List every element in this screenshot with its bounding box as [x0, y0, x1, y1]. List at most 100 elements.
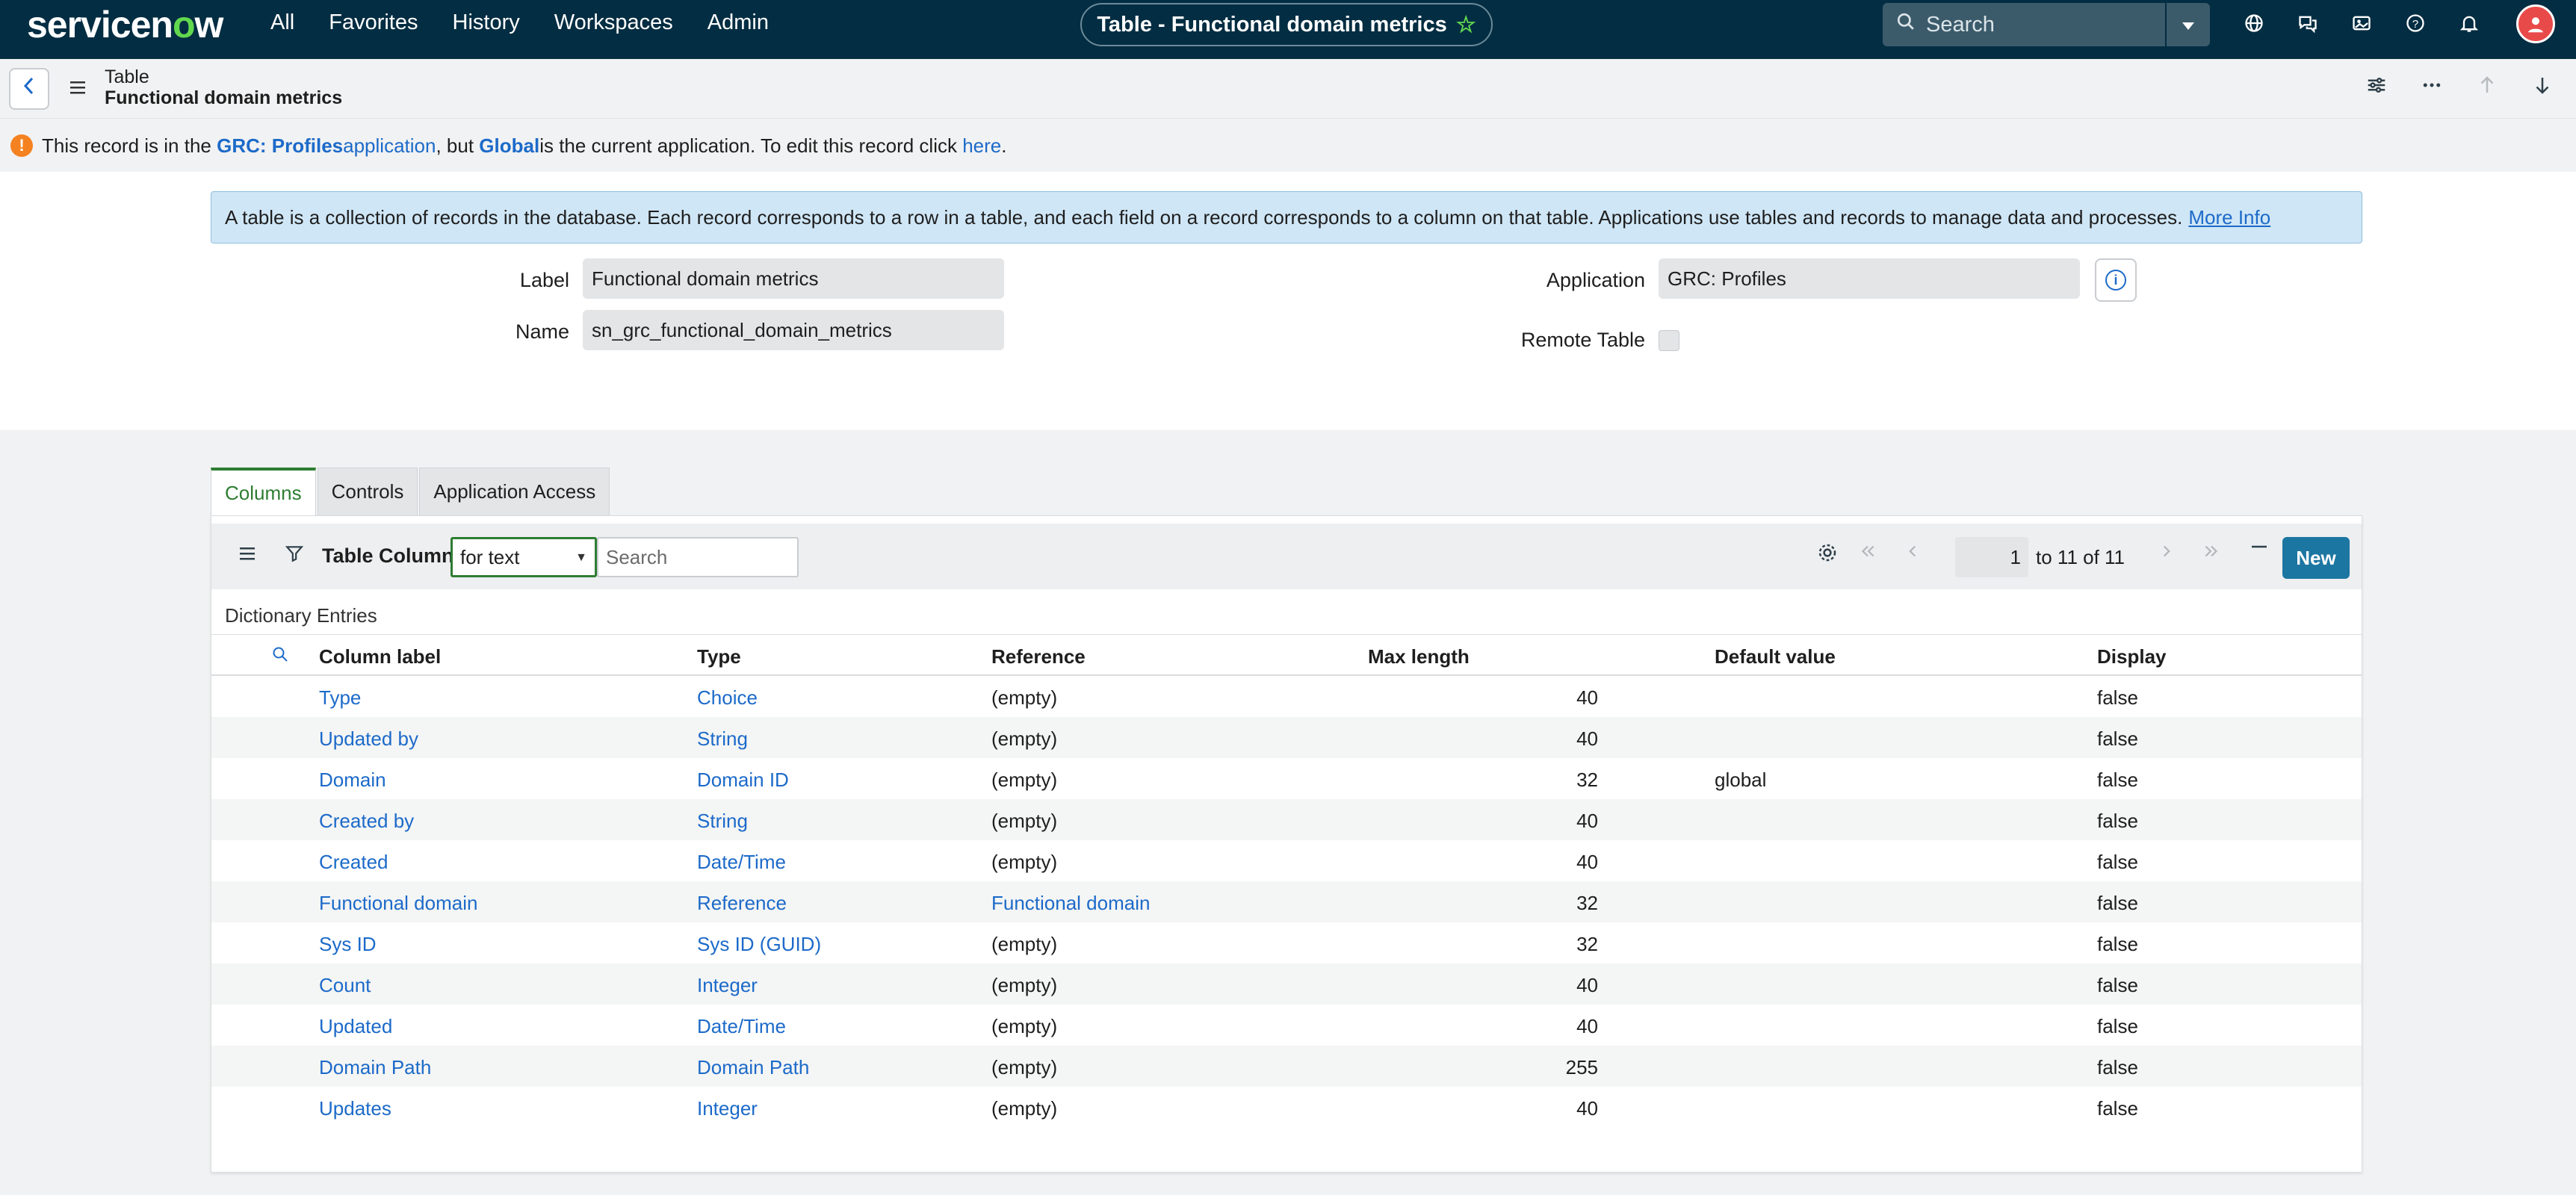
- help-icon[interactable]: ?: [2401, 9, 2430, 37]
- nav-menu-favorites[interactable]: Favorites: [329, 10, 418, 35]
- cell-type[interactable]: Domain Path: [697, 1056, 809, 1079]
- table-row[interactable]: Count Integer (empty) 40 false: [211, 963, 2362, 1005]
- tab-controls[interactable]: Controls: [317, 468, 418, 515]
- pagination-text: to 11 of 11: [2036, 546, 2125, 568]
- cell-column-label[interactable]: Domain Path: [319, 1056, 431, 1079]
- cell-column-label[interactable]: Type: [319, 686, 361, 710]
- star-icon[interactable]: ☆: [1456, 12, 1476, 38]
- column-header-label[interactable]: Column label: [319, 645, 441, 668]
- nav-menu-admin[interactable]: Admin: [708, 10, 769, 35]
- column-search-icon[interactable]: [271, 645, 289, 668]
- nav-menu-all[interactable]: All: [270, 10, 294, 35]
- remote-table-label: Remote Table: [1520, 329, 1645, 351]
- cell-type[interactable]: Date/Time: [697, 851, 786, 874]
- last-page-icon[interactable]: [2202, 541, 2221, 566]
- cell-max-length: 40: [1576, 974, 1598, 996]
- search-field-select[interactable]: for text ▼: [451, 537, 597, 577]
- table-row[interactable]: Type Choice (empty) 40 false: [211, 676, 2362, 717]
- cell-type[interactable]: Domain ID: [697, 769, 789, 792]
- next-page-icon[interactable]: [2157, 541, 2176, 566]
- search-icon: [1896, 12, 1916, 37]
- cell-column-label[interactable]: Created by: [319, 810, 414, 833]
- label-field[interactable]: Functional domain metrics: [583, 258, 1004, 299]
- notice-current-app[interactable]: Global: [479, 134, 539, 158]
- notice-here-link[interactable]: here: [962, 134, 1001, 158]
- new-button[interactable]: New: [2282, 537, 2350, 579]
- context-title-pill[interactable]: Table - Functional domain metrics ☆: [1080, 3, 1493, 46]
- name-field[interactable]: sn_grc_functional_domain_metrics: [583, 310, 1004, 350]
- table-row[interactable]: Updated by String (empty) 40 false: [211, 717, 2362, 758]
- cell-type[interactable]: Date/Time: [697, 1015, 786, 1038]
- chat-icon[interactable]: [2294, 9, 2322, 37]
- servicenow-logo[interactable]: servicenow: [27, 3, 223, 46]
- remote-table-checkbox[interactable]: [1659, 330, 1679, 351]
- application-field[interactable]: GRC: Profiles: [1659, 258, 2080, 299]
- cell-reference: (empty): [991, 769, 1058, 791]
- cell-type[interactable]: Reference: [697, 892, 787, 915]
- collapse-icon[interactable]: [2248, 536, 2270, 564]
- cell-column-label[interactable]: Updated: [319, 1015, 392, 1038]
- cell-column-label[interactable]: Domain: [319, 769, 386, 792]
- cell-column-label[interactable]: Count: [319, 974, 371, 997]
- first-page-icon[interactable]: [1858, 541, 1877, 566]
- arrow-down-icon[interactable]: [2531, 74, 2554, 102]
- arrow-up-icon[interactable]: [2476, 74, 2498, 102]
- notice-app-name-link[interactable]: GRC: Profiles: [217, 134, 343, 158]
- cell-type[interactable]: Sys ID (GUID): [697, 933, 821, 956]
- application-field-label: Application: [1546, 269, 1645, 291]
- cell-column-label[interactable]: Updated by: [319, 727, 418, 751]
- global-search-input[interactable]: Search: [1883, 3, 2165, 46]
- search-scope-dropdown[interactable]: [2167, 3, 2210, 46]
- user-avatar[interactable]: [2516, 4, 2555, 43]
- back-button[interactable]: [9, 68, 49, 110]
- cell-column-label[interactable]: Created: [319, 851, 388, 874]
- cell-column-label[interactable]: Functional domain: [319, 892, 477, 915]
- cell-display: false: [2097, 1097, 2138, 1120]
- notice-app-word[interactable]: application: [343, 134, 436, 158]
- tab-columns[interactable]: Columns: [211, 468, 316, 515]
- cell-type[interactable]: Choice: [697, 686, 758, 710]
- form-context-menu-icon[interactable]: [69, 77, 87, 101]
- application-info-button[interactable]: i: [2095, 258, 2137, 302]
- cell-type[interactable]: String: [697, 810, 748, 833]
- caret-down-icon: ▼: [575, 551, 587, 564]
- table-row[interactable]: Created by String (empty) 40 false: [211, 799, 2362, 840]
- cell-column-label[interactable]: Sys ID: [319, 933, 377, 956]
- nav-menu-history[interactable]: History: [453, 10, 520, 35]
- list-search-input[interactable]: Search: [597, 537, 799, 577]
- cell-type[interactable]: Integer: [697, 1097, 758, 1120]
- cell-reference: (empty): [991, 974, 1058, 996]
- column-header-reference[interactable]: Reference: [991, 645, 1086, 668]
- column-header-max-length[interactable]: Max length: [1368, 645, 1470, 668]
- cell-reference[interactable]: Functional domain: [991, 892, 1150, 915]
- cell-max-length: 40: [1576, 810, 1598, 832]
- column-header-display[interactable]: Display: [2097, 645, 2167, 668]
- cell-max-length: 32: [1576, 892, 1598, 914]
- table-row[interactable]: Updates Integer (empty) 40 false: [211, 1087, 2362, 1128]
- list-context-menu-icon[interactable]: [238, 543, 256, 567]
- previous-page-icon[interactable]: [1903, 541, 1922, 566]
- gear-icon[interactable]: [1816, 541, 1839, 570]
- cell-type[interactable]: String: [697, 727, 748, 751]
- tab-application-access[interactable]: Application Access: [419, 468, 610, 515]
- page-number-input[interactable]: 1: [1955, 537, 2028, 577]
- table-row[interactable]: Sys ID Sys ID (GUID) (empty) 32 false: [211, 922, 2362, 963]
- cell-display: false: [2097, 727, 2138, 750]
- column-header-default-value[interactable]: Default value: [1715, 645, 1836, 668]
- screenshot-icon[interactable]: [2347, 9, 2376, 37]
- globe-icon[interactable]: [2240, 9, 2268, 37]
- more-info-link[interactable]: More Info: [2188, 206, 2270, 229]
- bell-icon[interactable]: [2455, 9, 2483, 37]
- table-row[interactable]: Domain Path Domain Path (empty) 255 false: [211, 1046, 2362, 1087]
- nav-menu-workspaces[interactable]: Workspaces: [554, 10, 673, 35]
- table-row[interactable]: Functional domain Reference Functional dom…: [211, 881, 2362, 922]
- sliders-icon[interactable]: [2365, 74, 2388, 102]
- table-row[interactable]: Updated Date/Time (empty) 40 false: [211, 1005, 2362, 1046]
- filter-icon[interactable]: [285, 543, 304, 569]
- column-header-type[interactable]: Type: [697, 645, 741, 668]
- cell-column-label[interactable]: Updates: [319, 1097, 391, 1120]
- cell-type[interactable]: Integer: [697, 974, 758, 997]
- more-options-icon[interactable]: [2421, 74, 2443, 102]
- table-row[interactable]: Created Date/Time (empty) 40 false: [211, 840, 2362, 881]
- table-row[interactable]: Domain Domain ID (empty) 32 global false: [211, 758, 2362, 799]
